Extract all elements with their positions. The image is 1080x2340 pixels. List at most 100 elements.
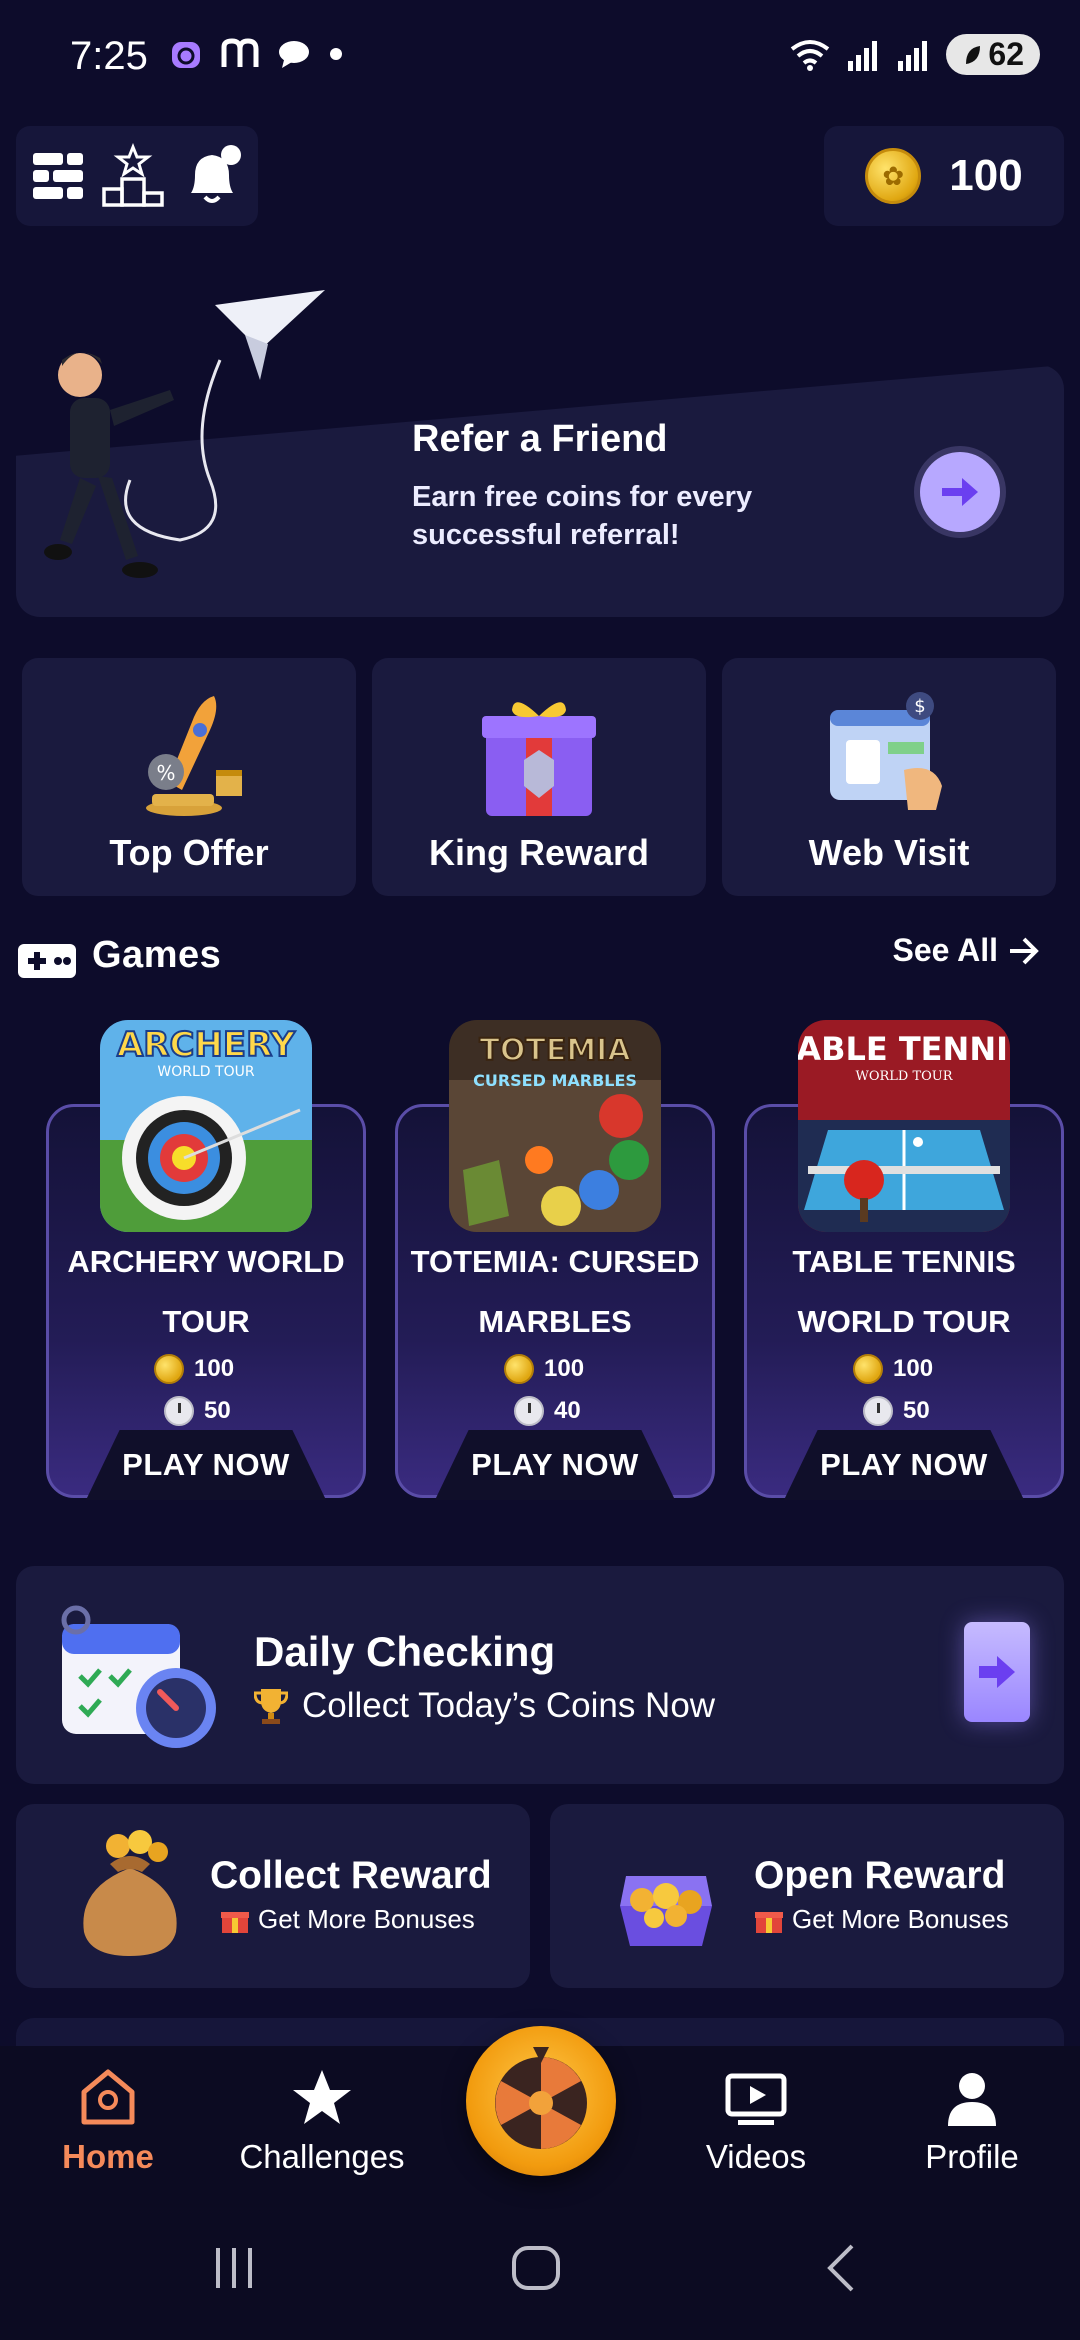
user-profile-icon	[948, 2073, 996, 2126]
battery-indicator: 62	[946, 34, 1040, 75]
status-time: 7:25	[70, 34, 148, 78]
trophy-icon	[254, 1689, 288, 1724]
play-now-button[interactable]: PLAY NOW	[784, 1430, 1024, 1500]
arrow-right-icon	[942, 478, 978, 506]
play-now-button[interactable]: PLAY NOW	[435, 1430, 675, 1500]
star-icon	[293, 2070, 351, 2124]
game-coin-reward: 100	[154, 1354, 234, 1384]
game-thumbnail-table-tennis[interactable]: TABLE TENNIS WORLD TOUR	[798, 1020, 1010, 1232]
see-all-label: See All	[892, 932, 998, 968]
recent-apps-icon[interactable]	[210, 2240, 260, 2296]
svg-text:%: %	[156, 761, 175, 785]
game-name: TOTEMIA: CURSED MARBLES	[410, 1244, 700, 1339]
table-tennis-image: TABLE TENNIS WORLD TOUR	[798, 1020, 1010, 1232]
archery-target-image: ARCHERY WORLD TOUR	[100, 1020, 312, 1232]
game-time-value: 50	[204, 1397, 231, 1424]
dot-icon	[330, 48, 342, 60]
nav-videos[interactable]: Videos	[656, 2066, 856, 2176]
tile-top-offer[interactable]: % Top Offer	[22, 658, 356, 896]
game-thumbnail-totemia[interactable]: TOTEMIA CURSED MARBLES	[449, 1020, 661, 1232]
coin-icon	[154, 1354, 184, 1384]
game-coins-value: 100	[544, 1355, 585, 1382]
chat-bubble-icon	[279, 41, 309, 68]
tile-label: Top Offer	[109, 832, 269, 873]
games-section-title: Games	[92, 934, 222, 976]
collect-reward-subtitle-row: Get More Bonuses	[220, 1904, 475, 1935]
signal-icon-2	[898, 40, 928, 71]
top-icon-group	[16, 126, 258, 226]
spin-wheel-button[interactable]	[466, 2026, 616, 2176]
web-payment-icon: $	[830, 692, 942, 810]
open-reward-subtitle: Get More Bonuses	[792, 1904, 1009, 1934]
gift-icon	[221, 1911, 249, 1933]
gift-box-icon	[482, 702, 596, 816]
thumb-title: TABLE TENNIS	[798, 1030, 1010, 1068]
battery-saver-icon	[966, 45, 981, 64]
nav-profile-label: Profile	[925, 2138, 1019, 2175]
daily-title: Daily Checking	[254, 1628, 556, 1675]
nav-challenges[interactable]: Challenges	[222, 2066, 422, 2176]
clock-icon	[164, 1396, 194, 1426]
collect-reward-title: Collect Reward	[210, 1854, 492, 1897]
svg-text:$: $	[914, 696, 925, 717]
battery-level: 62	[988, 36, 1024, 72]
open-chest-coins-icon	[620, 1876, 712, 1946]
clock-icon	[863, 1396, 893, 1426]
game-name: ARCHERY WORLD TOUR	[67, 1244, 345, 1339]
signal-icon-1	[848, 40, 878, 71]
game-thumbnail-archery[interactable]: ARCHERY WORLD TOUR	[100, 1020, 312, 1232]
thumb-subtitle: WORLD TOUR	[855, 1069, 953, 1084]
game-name: TABLE TENNIS WORLD TOUR	[792, 1244, 1016, 1339]
back-icon[interactable]	[818, 2240, 868, 2296]
daily-subtitle: Collect Today’s Coins Now	[302, 1686, 716, 1725]
tile-label: Web Visit	[808, 832, 970, 873]
game-time-value: 40	[554, 1397, 581, 1424]
collect-reward-subtitle: Get More Bonuses	[258, 1904, 475, 1934]
open-reward-subtitle-row: Get More Bonuses	[754, 1904, 1009, 1935]
nav-challenges-label: Challenges	[239, 2138, 405, 2175]
totemia-marbles-image: TOTEMIA CURSED MARBLES	[449, 1020, 661, 1232]
clock-icon	[514, 1396, 544, 1426]
tile-web-visit[interactable]: $ Web Visit	[722, 658, 1056, 896]
thumb-title: TOTEMIA	[479, 1033, 631, 1068]
thumb-subtitle: WORLD TOUR	[157, 1064, 254, 1080]
game-coin-reward: 100	[853, 1354, 933, 1384]
thumb-title: ARCHERY	[117, 1025, 295, 1065]
tile-label: King Reward	[428, 832, 650, 873]
coin-icon	[504, 1354, 534, 1384]
calendar-clock-icon	[61, 1605, 216, 1748]
money-bag-icon	[83, 1830, 177, 1956]
play-now-button[interactable]: PLAY NOW	[86, 1430, 326, 1500]
nav-home-label: Home	[62, 2138, 154, 2175]
thumb-subtitle: CURSED MARBLES	[473, 1071, 637, 1090]
nav-home[interactable]: Home	[8, 2066, 208, 2176]
game-coin-reward: 100	[504, 1354, 584, 1384]
menu-grid-icon[interactable]	[31, 149, 85, 203]
refer-subtitle: Earn free coins for every successful ref…	[412, 481, 753, 551]
coin-icon: ✿	[865, 148, 922, 204]
arrow-right-icon	[979, 1656, 1015, 1688]
coin-balance[interactable]: ✿ 100	[824, 126, 1064, 226]
game-coins-value: 100	[194, 1355, 235, 1382]
refer-arrow-button[interactable]	[920, 452, 1000, 532]
leaderboard-icon[interactable]	[100, 143, 166, 209]
game-time-value: 50	[903, 1397, 930, 1424]
rocket-offer-icon: %	[146, 696, 242, 816]
coin-icon	[853, 1354, 883, 1384]
m-app-icon	[221, 38, 259, 67]
wifi-icon	[791, 39, 830, 71]
status-system-icons: 62	[788, 34, 1040, 75]
home-system-icon[interactable]	[508, 2240, 564, 2296]
game-time: 40	[514, 1396, 581, 1426]
tile-king-reward[interactable]: King Reward	[372, 658, 706, 896]
coin-balance-value: 100	[949, 151, 1023, 200]
open-reward-title: Open Reward	[754, 1854, 1006, 1897]
video-play-icon	[725, 2073, 787, 2125]
gift-icon	[755, 1911, 783, 1933]
nav-profile[interactable]: Profile	[872, 2066, 1072, 2176]
home-icon	[81, 2069, 135, 2125]
notification-bell-icon[interactable]	[181, 143, 243, 209]
daily-check-button[interactable]	[964, 1622, 1030, 1722]
see-all-link[interactable]: See All	[892, 932, 1040, 969]
gamepad-icon	[18, 944, 76, 978]
